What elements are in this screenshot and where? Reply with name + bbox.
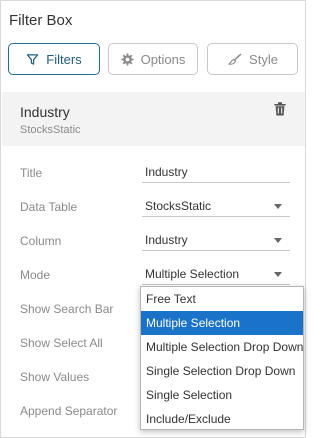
show-values-label: Show Values: [20, 370, 90, 384]
column-select[interactable]: Industry: [142, 231, 290, 251]
data-table-label: Data Table: [20, 200, 78, 214]
show-search-bar-label: Show Search Bar: [20, 302, 114, 316]
mode-select[interactable]: Multiple Selection: [142, 265, 290, 285]
brush-icon: [227, 53, 242, 66]
data-table-select[interactable]: StocksStatic: [142, 197, 290, 217]
mode-label: Mode: [20, 268, 51, 282]
mode-option-single-selection-drop-down[interactable]: Single Selection Drop Down: [141, 359, 303, 383]
gear-icon: [121, 52, 134, 66]
title-input[interactable]: Industry: [142, 163, 290, 183]
chevron-down-icon: [274, 272, 282, 277]
show-select-all-label: Show Select All: [20, 336, 103, 350]
append-separator-label: Append Separator: [20, 404, 118, 418]
tab-filters-label: Filters: [46, 51, 82, 67]
column-label: Column: [20, 234, 62, 248]
chevron-down-icon: [274, 238, 282, 243]
mode-option-include-exclude[interactable]: Include/Exclude: [141, 407, 303, 431]
chevron-down-icon: [274, 204, 282, 209]
filter-section-header[interactable]: Industry StocksStatic: [2, 92, 305, 146]
tab-options[interactable]: Options: [108, 43, 198, 75]
column-value: Industry: [145, 233, 188, 247]
data-table-value: StocksStatic: [145, 199, 212, 213]
filter-icon: [26, 53, 39, 66]
mode-dropdown-list: Free Text Multiple Selection Multiple Se…: [140, 286, 304, 430]
mode-option-multiple-selection-drop-down[interactable]: Multiple Selection Drop Down: [141, 335, 303, 359]
title-value: Industry: [145, 165, 188, 179]
trash-icon[interactable]: [274, 102, 286, 121]
tab-style[interactable]: Style: [207, 43, 298, 75]
tab-options-label: Options: [140, 51, 186, 67]
panel-title: Filter Box: [9, 12, 73, 29]
mode-value: Multiple Selection: [145, 267, 240, 281]
mode-option-free-text[interactable]: Free Text: [141, 287, 303, 311]
section-title: Industry: [20, 104, 70, 120]
mode-option-single-selection[interactable]: Single Selection: [141, 383, 303, 407]
title-label: Title: [20, 166, 43, 180]
mode-option-multiple-selection[interactable]: Multiple Selection: [141, 311, 303, 335]
tab-filters[interactable]: Filters: [8, 43, 100, 75]
section-subtitle: StocksStatic: [20, 124, 81, 136]
tab-style-label: Style: [249, 51, 278, 67]
